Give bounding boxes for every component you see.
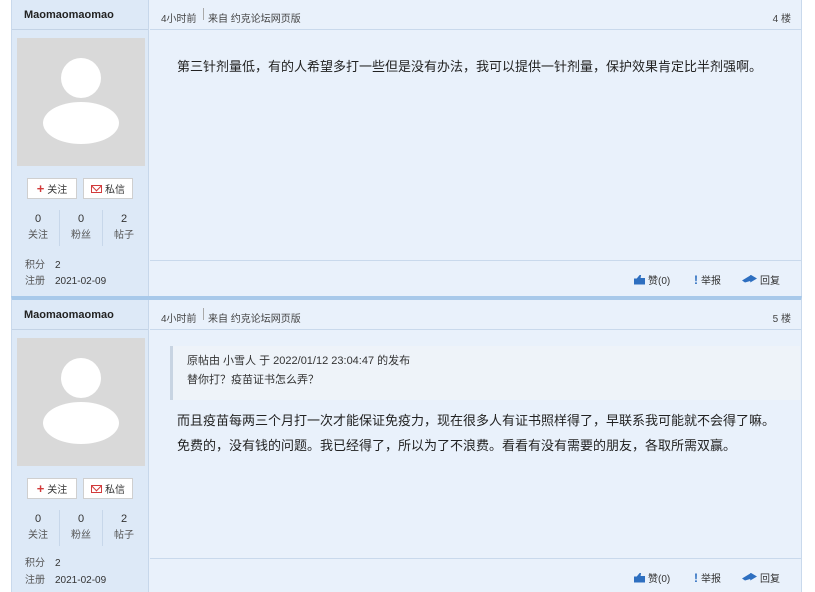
exclamation-icon: ! — [694, 272, 698, 287]
username[interactable]: Maomaomaomao — [24, 309, 114, 321]
content-line: 免费的，没有钱的问题。我已经得了，所以为了不浪费。看看有没有需要的朋友，各取所需… — [177, 438, 737, 453]
message-button[interactable]: 私信 — [83, 178, 133, 199]
thumbs-up-icon — [634, 572, 645, 583]
stat-following-label: 关注 — [28, 530, 48, 541]
report-button[interactable]: ! 举报 — [694, 570, 721, 586]
follow-button[interactable]: + 关注 — [27, 178, 77, 199]
report-button[interactable]: ! 举报 — [694, 272, 721, 288]
reply-label: 回复 — [760, 574, 780, 585]
register-row: 注册 2021-02-09 — [25, 571, 106, 586]
points-row: 积分 2 — [25, 256, 61, 271]
reply-button[interactable]: 回复 — [742, 570, 780, 585]
author-sidebar: Maomaomaomao + 关注 私信 0 关注 0 粉丝 2 帖子 积分 2… — [12, 300, 149, 592]
message-label: 私信 — [105, 185, 125, 196]
like-button[interactable]: 赞(0) — [634, 272, 670, 287]
follow-label: 关注 — [47, 485, 68, 496]
mail-icon — [91, 484, 102, 493]
quote-header: 原帖由 小雪人 于 2022/01/12 23:04:47 的发布 — [187, 355, 411, 367]
reply-label: 回复 — [760, 276, 780, 287]
message-button[interactable]: 私信 — [83, 478, 133, 499]
post-time: 4小时前 — [161, 14, 197, 25]
quote-text: 替你打？疫苗证书怎么弄？ — [187, 374, 319, 386]
reply-arrow-icon — [742, 274, 757, 283]
stat-following[interactable]: 0 关注 — [17, 510, 60, 546]
stat-posts-count: 2 — [120, 513, 128, 525]
plus-icon: + — [36, 481, 45, 496]
post-content: 而且疫苗每两三个月打一次才能保证免疫力，现在很多人有证书照样得了，早联系我可能就… — [177, 408, 775, 458]
avatar[interactable] — [17, 38, 145, 166]
follow-label: 关注 — [47, 185, 68, 196]
user-stats: 0 关注 0 粉丝 2 帖子 — [17, 210, 145, 246]
exclamation-icon: ! — [694, 570, 698, 585]
post-floor-5: Maomaomaomao + 关注 私信 0 关注 0 粉丝 2 帖子 积分 2… — [11, 296, 802, 592]
stat-following-count: 0 — [34, 513, 42, 525]
stat-posts[interactable]: 2 帖子 — [103, 210, 145, 246]
avatar-body-shape — [43, 102, 119, 144]
like-label: 赞(0) — [648, 276, 671, 287]
content-line: 第三针剂量低，有的人希望多打一些但是没有办法，我可以提供一针剂量，保护效果肯定比… — [177, 59, 763, 74]
quoted-post: 原帖由 小雪人 于 2022/01/12 23:04:47 的发布 替你打？疫苗… — [170, 346, 800, 400]
floor-number[interactable]: 5 楼 — [773, 310, 791, 325]
register-date: 2021-02-09 — [55, 276, 107, 287]
points-value: 2 — [55, 558, 61, 569]
separator — [203, 8, 204, 20]
divider — [12, 329, 148, 330]
like-button[interactable]: 赞(0) — [634, 570, 670, 585]
divider — [12, 29, 148, 30]
stat-fans-label: 粉丝 — [71, 230, 91, 241]
username[interactable]: Maomaomaomao — [24, 9, 114, 21]
author-sidebar: Maomaomaomao + 关注 私信 0 关注 0 粉丝 2 帖子 积分 2… — [12, 0, 149, 296]
stat-posts[interactable]: 2 帖子 — [103, 510, 145, 546]
register-date: 2021-02-09 — [55, 575, 107, 586]
register-label: 注册 — [25, 276, 45, 287]
avatar-head-shape — [61, 58, 101, 98]
stat-following-count: 0 — [34, 213, 42, 225]
stat-fans[interactable]: 0 粉丝 — [60, 510, 103, 546]
stat-posts-count: 2 — [120, 213, 128, 225]
stat-posts-label: 帖子 — [114, 530, 134, 541]
report-label: 举报 — [701, 276, 721, 287]
floor-number[interactable]: 4 楼 — [773, 10, 791, 25]
like-label: 赞(0) — [648, 574, 671, 585]
post-header: 4小时前 来自 约克论坛网页版 4 楼 — [150, 0, 801, 30]
register-label: 注册 — [25, 575, 45, 586]
post-time: 4小时前 — [161, 314, 197, 325]
stat-fans-count: 0 — [77, 513, 85, 525]
post-footer: 赞(0) ! 举报 回复 — [150, 260, 801, 296]
stat-following-label: 关注 — [28, 230, 48, 241]
stat-fans-count: 0 — [77, 213, 85, 225]
points-label: 积分 — [25, 260, 45, 271]
content-line: 而且疫苗每两三个月打一次才能保证免疫力，现在很多人有证书照样得了，早联系我可能就… — [177, 413, 776, 428]
post-source: 来自 约克论坛网页版 — [208, 314, 301, 325]
register-row: 注册 2021-02-09 — [25, 272, 106, 287]
reply-arrow-icon — [742, 572, 757, 581]
mail-icon — [91, 184, 102, 193]
thumbs-up-icon — [634, 274, 645, 285]
avatar-head-shape — [61, 358, 101, 398]
report-label: 举报 — [701, 574, 721, 585]
post-footer: 赞(0) ! 举报 回复 — [150, 558, 801, 592]
stat-fans-label: 粉丝 — [71, 530, 91, 541]
points-value: 2 — [55, 260, 61, 271]
avatar-body-shape — [43, 402, 119, 444]
user-stats: 0 关注 0 粉丝 2 帖子 — [17, 510, 145, 546]
points-label: 积分 — [25, 558, 45, 569]
separator — [203, 308, 204, 320]
post-source: 来自 约克论坛网页版 — [208, 14, 301, 25]
stat-following[interactable]: 0 关注 — [17, 210, 60, 246]
follow-button[interactable]: + 关注 — [27, 478, 77, 499]
reply-button[interactable]: 回复 — [742, 272, 780, 287]
points-row: 积分 2 — [25, 554, 61, 569]
message-label: 私信 — [105, 485, 125, 496]
avatar[interactable] — [17, 338, 145, 466]
post-header: 4小时前 来自 约克论坛网页版 5 楼 — [150, 300, 801, 330]
post-content: 第三针剂量低，有的人希望多打一些但是没有办法，我可以提供一针剂量，保护效果肯定比… — [177, 54, 762, 79]
plus-icon: + — [36, 181, 45, 196]
stat-fans[interactable]: 0 粉丝 — [60, 210, 103, 246]
post-floor-4: Maomaomaomao + 关注 私信 0 关注 0 粉丝 2 帖子 积分 2… — [11, 0, 802, 296]
stat-posts-label: 帖子 — [114, 230, 134, 241]
